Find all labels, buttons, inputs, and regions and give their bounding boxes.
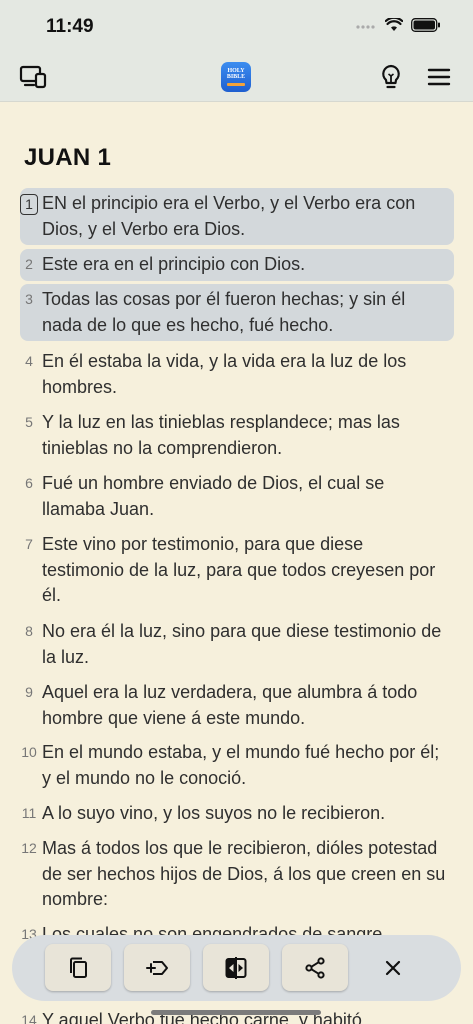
chapter-content: JUAN 1 1 EN el principio era el Verbo, y… — [0, 102, 473, 1024]
compare-icon — [225, 956, 247, 979]
logo-text-bible: BIBLE — [226, 74, 246, 80]
verse-text: Aquel era la luz verdadera, que alumbra … — [42, 682, 418, 728]
verse-text: Y la luz en las tinieblas resplandece; m… — [42, 412, 400, 458]
logo-ribbon — [227, 83, 245, 86]
selection-toolbar — [12, 935, 461, 1001]
verse-text: Fué un hombre enviado de Dios, el cual s… — [42, 473, 385, 519]
verse-number: 14 — [21, 1012, 37, 1024]
verse-number: 9 — [25, 684, 33, 700]
close-icon — [385, 960, 401, 975]
compare-button[interactable] — [203, 944, 269, 991]
verse-number: 3 — [25, 291, 33, 307]
battery-icon — [411, 18, 440, 32]
verse-text: A lo suyo vino, y los suyos no le recibi… — [42, 803, 386, 823]
verse-10[interactable]: 10 En el mundo estaba, y el mundo fué he… — [20, 737, 454, 794]
verse-3[interactable]: 3 Todas las cosas por él fueron hechas; … — [20, 284, 454, 341]
verse-number: 10 — [21, 744, 37, 760]
verse-number: 7 — [25, 536, 33, 552]
verse-number: 2 — [25, 256, 33, 272]
verse-text: No era él la luz, sino para que diese te… — [42, 621, 442, 667]
verse-text: En él estaba la vida, y la vida era la l… — [42, 351, 407, 397]
home-indicator — [151, 1010, 321, 1015]
copy-button[interactable] — [45, 944, 111, 991]
verse-4[interactable]: 4 En él estaba la vida, y la vida era la… — [20, 346, 454, 403]
share-button[interactable] — [282, 944, 348, 991]
verse-text: Todas las cosas por él fueron hechas; y … — [42, 289, 406, 335]
verse-text: Este era en el principio con Dios. — [42, 254, 306, 274]
verse-number: 1 — [20, 194, 38, 215]
verse-number: 12 — [21, 840, 37, 856]
verse-1[interactable]: 1 EN el principio era el Verbo, y el Ver… — [20, 188, 454, 245]
devices-button[interactable] — [18, 62, 48, 92]
copy-icon — [70, 957, 87, 978]
verse-5[interactable]: 5 Y la luz en las tinieblas resplandece;… — [20, 407, 454, 464]
add-note-button[interactable] — [124, 944, 190, 991]
verse-8[interactable]: 8 No era él la luz, sino para que diese … — [20, 616, 454, 673]
menu-icon — [427, 68, 451, 86]
verse-text: Este vino por testimonio, para que diese… — [42, 534, 436, 605]
verse-12[interactable]: 12 Mas á todos los que le recibieron, di… — [20, 833, 454, 916]
verse-number: 6 — [25, 475, 33, 491]
app-header: HOLY BIBLE — [0, 50, 473, 102]
verse-text: EN el principio era el Verbo, y el Verbo… — [42, 193, 416, 239]
status-bar: 11:49 — [0, 0, 473, 50]
verse-2[interactable]: 2 Este era en el principio con Dios. — [20, 249, 454, 281]
verse-text: En el mundo estaba, y el mundo fué hecho… — [42, 742, 440, 788]
close-selection-button[interactable] — [368, 944, 418, 991]
app-logo[interactable]: HOLY BIBLE — [221, 62, 251, 92]
verse-7[interactable]: 7 Este vino por testimonio, para que die… — [20, 529, 454, 612]
verse-11[interactable]: 11 A lo suyo vino, y los suyos no le rec… — [20, 798, 454, 830]
verse-text: Mas á todos los que le recibieron, dióle… — [42, 838, 446, 909]
status-time: 11:49 — [46, 16, 94, 37]
verse-9[interactable]: 9 Aquel era la luz verdadera, que alumbr… — [20, 677, 454, 734]
add-note-icon — [146, 960, 168, 975]
verse-number: 4 — [25, 353, 33, 369]
chapter-title: JUAN 1 — [24, 144, 112, 171]
verse-number: 8 — [25, 623, 33, 639]
wifi-icon — [385, 18, 403, 31]
share-icon — [305, 956, 325, 979]
tips-button[interactable] — [376, 62, 406, 92]
verse-6[interactable]: 6 Fué un hombre enviado de Dios, el cual… — [20, 468, 454, 525]
signal-icon — [356, 25, 375, 29]
status-icons — [355, 18, 441, 32]
verse-number: 11 — [21, 805, 37, 821]
devices-icon — [19, 65, 47, 89]
menu-button[interactable] — [424, 62, 454, 92]
lightbulb-icon — [382, 64, 400, 89]
verse-number: 5 — [25, 414, 33, 430]
